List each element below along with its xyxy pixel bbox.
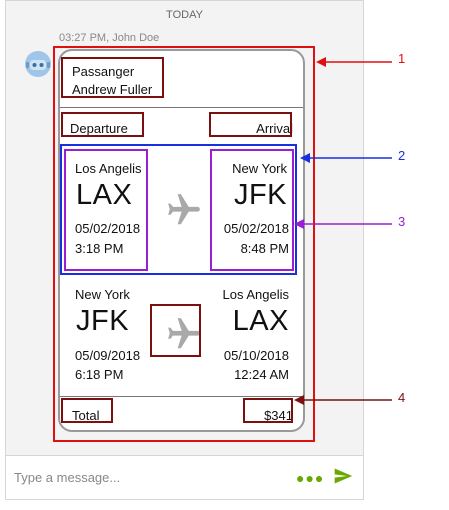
annotation-box-3a [64,149,148,271]
message-composer: Type a message... ●●● [6,455,363,499]
bot-avatar-icon [25,51,51,77]
annotation-box-plane [150,304,201,357]
annotation-box-arrival [209,112,292,137]
message-input[interactable]: Type a message... [14,470,120,485]
annotation-box-3b [210,149,294,271]
annotation-box-total-value [243,398,293,423]
annotation-box-total [61,398,113,423]
callout-label-1: 1 [398,51,406,66]
callout-label-4: 4 [398,390,406,405]
date-separator: TODAY [166,9,203,21]
more-dots-icon[interactable]: ●●● [296,470,324,486]
send-icon[interactable] [333,466,353,486]
annotation-box-passenger [61,57,164,98]
message-meta: 03:27 PM, John Doe [59,32,160,44]
callout-label-3: 3 [398,214,406,229]
annotation-box-departure [61,112,144,137]
callout-label-2: 2 [398,148,406,163]
